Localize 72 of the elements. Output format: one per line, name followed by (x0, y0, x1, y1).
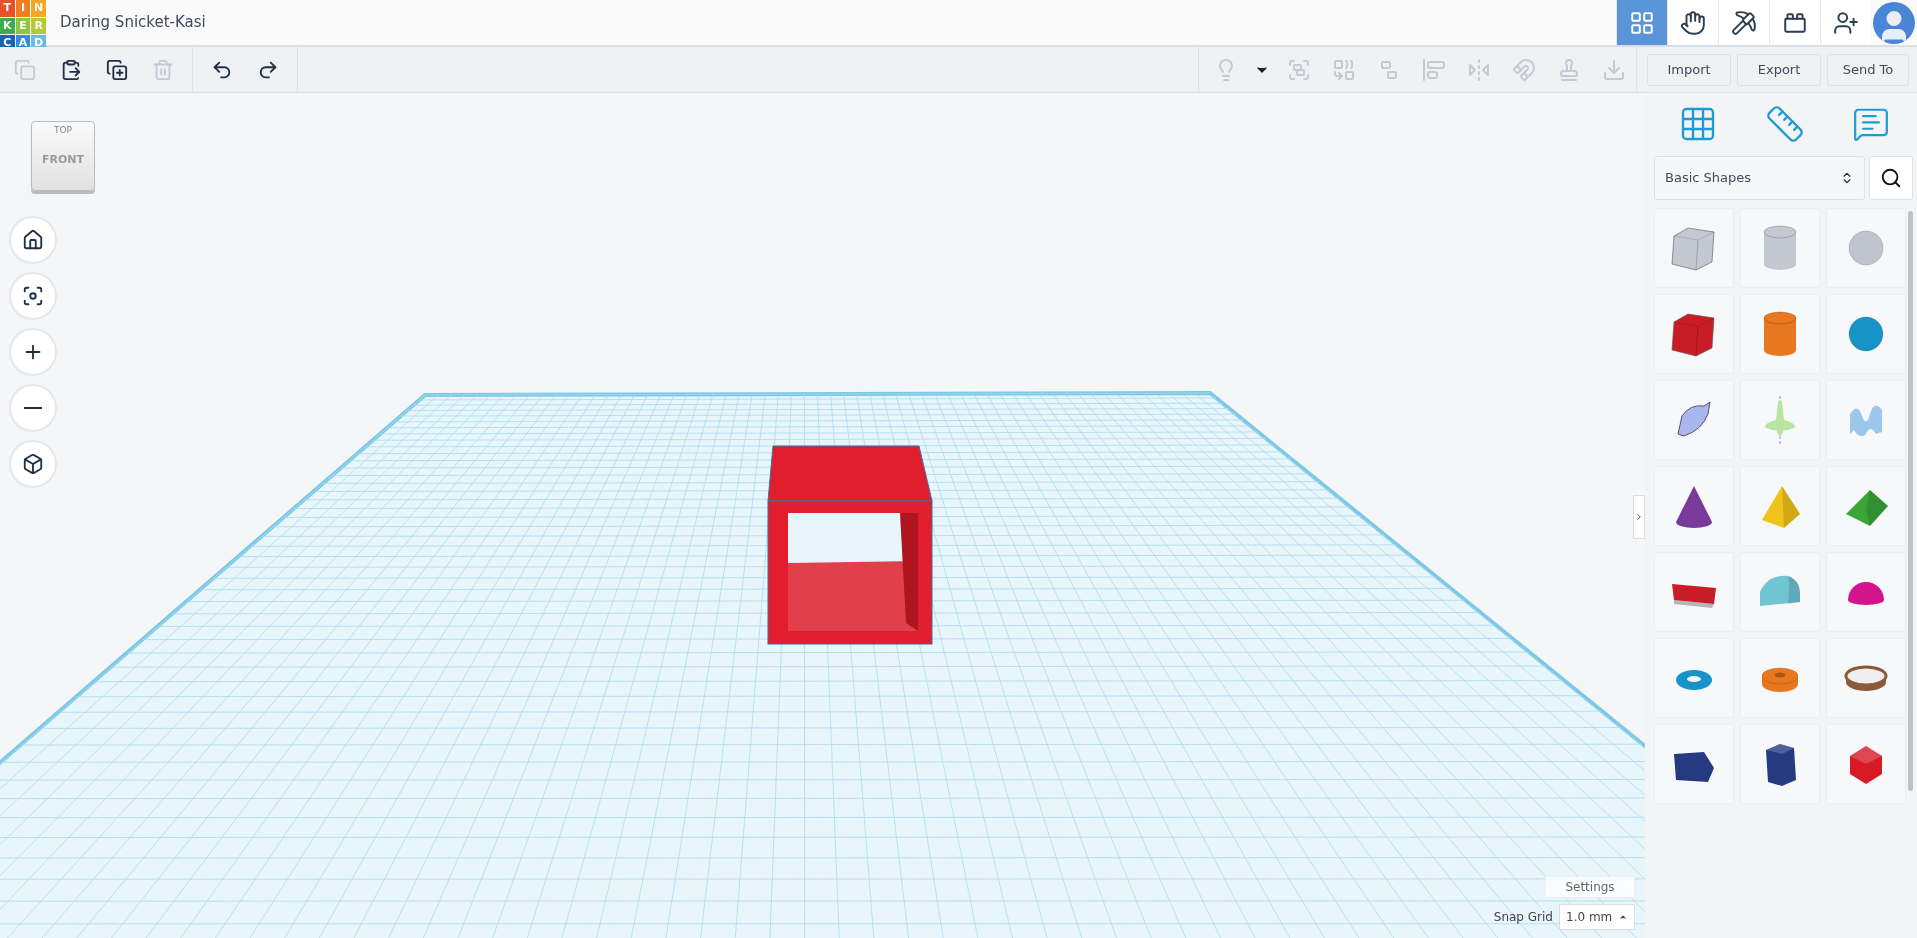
logo-letter: E (15, 17, 31, 34)
shape-tile[interactable] (1826, 380, 1906, 460)
view-control-button[interactable] (9, 216, 57, 264)
group-icon (1286, 57, 1311, 82)
shape-tile[interactable] (1740, 638, 1820, 718)
delete-icon (152, 58, 174, 81)
shape-tile[interactable] (1826, 294, 1906, 374)
logo-letter: R (31, 17, 46, 34)
shape-tile[interactable] (1826, 552, 1906, 632)
shape-tile[interactable] (1654, 208, 1734, 288)
caret-icon (1618, 912, 1628, 922)
shape-tile[interactable] (1740, 380, 1820, 460)
view-cube[interactable]: TOP FRONT (31, 121, 95, 191)
shape-tile[interactable] (1740, 208, 1820, 288)
avatar[interactable] (1873, 2, 1915, 44)
nav-button[interactable] (1820, 0, 1871, 45)
import-icon (1601, 57, 1626, 82)
shape-tile[interactable] (1654, 294, 1734, 374)
fit-view-icon (22, 285, 44, 307)
grid-icon (1629, 9, 1655, 36)
logo[interactable]: T I N K E R C A D (0, 0, 46, 46)
pickaxe-icon (1731, 9, 1757, 36)
shape-tile[interactable] (1654, 638, 1734, 718)
panel-toggle[interactable] (1633, 495, 1645, 539)
nav-button[interactable] (1769, 0, 1820, 45)
nav-button[interactable] (1718, 0, 1769, 45)
ruler-icon[interactable] (1764, 104, 1805, 144)
chevron-icon (1634, 511, 1644, 523)
logo-letter: T (0, 0, 15, 17)
home-icon (22, 229, 44, 251)
shape-tile[interactable] (1826, 724, 1906, 804)
cube-icon (22, 453, 44, 475)
category-select[interactable]: Basic Shapes (1654, 156, 1865, 200)
logo-letter: K (0, 17, 15, 34)
action-button[interactable]: Import (1647, 53, 1731, 86)
logo-letter: N (31, 0, 46, 17)
add-user-icon (1833, 9, 1859, 36)
search-icon (1880, 167, 1902, 189)
duplicate-icon (106, 58, 128, 81)
shape-tile[interactable] (1740, 294, 1820, 374)
shape-tile[interactable] (1654, 380, 1734, 460)
mirror-icon (1466, 57, 1491, 82)
combine-icon (1331, 57, 1356, 82)
hand-icon (1680, 9, 1706, 36)
settings-button[interactable]: Settings (1545, 876, 1635, 898)
nav-button[interactable] (1667, 0, 1718, 45)
paste-icon (60, 58, 82, 81)
snap-grid-label: Snap Grid (1493, 909, 1553, 926)
cube-face-label: FRONT (41, 151, 84, 168)
scrollbar[interactable] (1908, 211, 1913, 791)
magnet-icon (1511, 57, 1536, 82)
view-control-button[interactable] (9, 272, 57, 320)
shape-tile[interactable] (1740, 724, 1820, 804)
shape-tile[interactable] (1654, 552, 1734, 632)
shape-tile[interactable] (1740, 552, 1820, 632)
search-button[interactable] (1869, 156, 1913, 200)
copy-icon (14, 58, 36, 81)
view-control-button[interactable] (9, 440, 57, 488)
action-button[interactable]: Send To (1827, 53, 1909, 86)
cube-face-label: TOP (54, 124, 72, 137)
action-button[interactable]: Export (1737, 53, 1821, 86)
snap-grid-select[interactable]: 1.0 mm (1559, 904, 1635, 930)
shape-tile[interactable] (1826, 638, 1906, 718)
shape-tile[interactable] (1654, 724, 1734, 804)
shape-tile[interactable] (1740, 466, 1820, 546)
logo-letter: I (15, 0, 31, 17)
align-icon (1421, 57, 1446, 82)
design-title[interactable]: Daring Snicket-Kasi (60, 11, 206, 34)
shape-tile[interactable] (1654, 466, 1734, 546)
shape-tile[interactable] (1826, 466, 1906, 546)
shape-tile[interactable] (1826, 208, 1906, 288)
view-control-button[interactable] (9, 328, 57, 376)
